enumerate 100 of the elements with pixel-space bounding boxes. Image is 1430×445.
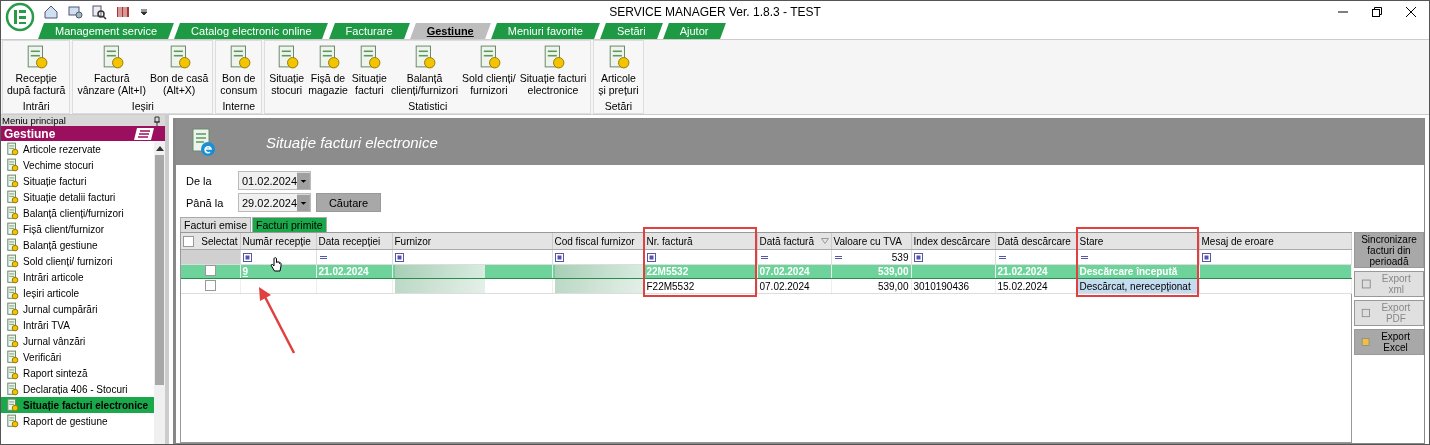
ribbon-button[interactable]: Articole și prețuri (598, 41, 639, 100)
sidebar-item[interactable]: Articole rezervate (1, 141, 154, 157)
dropdown-icon[interactable] (139, 7, 149, 17)
document-icon (5, 382, 19, 396)
sidebar-item[interactable]: Situație facturi electronice (1, 397, 154, 413)
filter-icon[interactable] (646, 252, 656, 262)
sidebar-item[interactable]: Jurnal vânzări (1, 333, 154, 349)
document-icon (5, 286, 19, 300)
table-cell: 07.02.2024 (759, 266, 810, 277)
computer-icon[interactable] (67, 4, 83, 20)
document-icon (5, 366, 19, 380)
menu-tab[interactable]: Catalog electronic online (177, 23, 326, 39)
sidebar-item[interactable]: Jurnal cumpărări (1, 301, 154, 317)
sidebar-item[interactable]: Verificări (1, 349, 154, 365)
group-label: Ieșiri (130, 100, 155, 113)
document-icon (5, 238, 19, 252)
tab[interactable]: Facturi emise (180, 217, 251, 232)
scrollbar[interactable] (154, 141, 165, 444)
table-row[interactable]: F22M5532 07.02.2024 539,00 3010190436 15.02.2024 Descărcat, nerecepționat (181, 278, 1351, 294)
tab[interactable]: Facturi primite (252, 217, 327, 232)
document-icon (5, 414, 19, 428)
list-icon[interactable] (133, 126, 155, 141)
checkbox[interactable] (204, 279, 216, 291)
sidebar-item[interactable]: Intrări TVA (1, 317, 154, 333)
group-label: Intrări (21, 100, 51, 113)
close-icon[interactable] (1405, 6, 1417, 18)
sidebar-item[interactable]: Vechime stocuri (1, 157, 154, 173)
table-cell: 15.02.2024 (997, 280, 1048, 292)
sidebar-item[interactable]: Situație facturi (1, 173, 154, 189)
scroll-thumb[interactable] (155, 155, 164, 385)
document-icon (5, 158, 19, 172)
sidebar-item[interactable]: Balanță clienți/furnizori (1, 205, 154, 221)
filter-icon[interactable] (554, 252, 564, 262)
ribbon-button[interactable]: Sold clienți/ furnizori (462, 41, 516, 100)
search-icon[interactable] (91, 4, 107, 20)
table-cell: 539,00 (877, 280, 909, 292)
filter-icon[interactable] (913, 252, 923, 262)
sidebar-item[interactable]: Raport de gestiune (1, 413, 154, 429)
menu-tab[interactable]: Management service (41, 23, 172, 39)
restore-icon[interactable] (1371, 6, 1383, 18)
document-icon (5, 398, 19, 412)
menu-tab[interactable]: Gestiune (412, 23, 488, 39)
filter-value[interactable]: 539 (891, 251, 909, 263)
table-cell: 3010190436 (913, 280, 970, 292)
menu-tab[interactable]: Setări (602, 23, 660, 39)
sidebar-item[interactable]: Sold clienți/ furnizori (1, 253, 154, 269)
date-field[interactable]: 29.02.2024 (238, 193, 311, 212)
ribbon-button[interactable]: Situație facturi (351, 41, 387, 100)
document-icon (5, 206, 19, 220)
search-button[interactable]: Căutare (316, 193, 381, 212)
sidebar-item[interactable]: Balanță gestiune (1, 237, 154, 253)
filter-icon[interactable] (394, 252, 404, 262)
export-button[interactable]: Export Excel (1354, 329, 1424, 355)
table-cell: 21.02.2024 (997, 266, 1048, 277)
barcode-icon[interactable] (115, 4, 131, 20)
group-label: Statistici (407, 100, 449, 113)
menu-tab[interactable]: Ajutor (665, 23, 723, 39)
sidebar-item[interactable]: Raport sinteză (1, 365, 154, 381)
document-icon (5, 174, 19, 188)
document-icon (5, 302, 19, 316)
ribbon-button[interactable]: Fișă de magazie (308, 41, 348, 100)
filter-icon[interactable] (1201, 252, 1211, 262)
ribbon-button[interactable]: Recepție după factură (7, 41, 66, 100)
hand-cursor-icon (270, 257, 282, 273)
menu-tab[interactable]: Meniuri favorite (493, 23, 597, 39)
document-icon (5, 190, 19, 204)
sync-button[interactable]: Sincronizare facturi din perioadă (1354, 232, 1424, 268)
ribbon-button[interactable]: Situație facturi electronice (519, 41, 587, 100)
sidebar-item[interactable]: Situație detalii facturi (1, 189, 154, 205)
ribbon-button[interactable]: Factură vânzare (Alt+I) (77, 41, 146, 100)
document-icon (5, 222, 19, 236)
ribbon-button[interactable]: Bon de consum (220, 41, 258, 100)
section-title: Gestiune (4, 126, 56, 141)
ribbon-button[interactable]: Bon de casă (Alt+X) (149, 41, 209, 100)
pin-icon[interactable] (153, 115, 161, 126)
table-cell: 21.02.2024 (318, 266, 369, 277)
filter-icon[interactable] (242, 252, 252, 262)
home-icon[interactable] (43, 4, 59, 20)
e-document-icon (190, 127, 216, 157)
scroll-up-icon[interactable] (155, 145, 164, 151)
sidebar-header: Meniu principal (2, 115, 66, 126)
sidebar-item[interactable]: Declarația 406 - Stocuri (1, 381, 154, 397)
field-label: De la (186, 174, 213, 187)
document-icon (5, 142, 19, 156)
ribbon-button[interactable]: Situație stocuri (269, 41, 305, 100)
panel-title: Situație facturi electronice (266, 133, 438, 151)
document-icon (5, 318, 19, 332)
document-icon (5, 350, 19, 364)
table-cell: 539,00 (877, 266, 909, 277)
sidebar-item[interactable]: Ieșiri articole (1, 285, 154, 301)
group-label: Interne (221, 100, 257, 113)
menu-tab[interactable]: Facturare (331, 23, 407, 39)
window-title: SERVICE MANAGER Ver. 1.8.3 - TEST (609, 5, 821, 19)
sidebar-item[interactable]: Intrări articole (1, 269, 154, 285)
table-cell: F22M5532 (646, 280, 695, 292)
date-field[interactable]: 01.02.2024 (238, 171, 311, 190)
logo-icon (5, 2, 35, 32)
sidebar-item[interactable]: Fișă client/furnizor (1, 221, 154, 237)
checkbox[interactable] (183, 235, 194, 247)
ribbon-button[interactable]: Balanță clienți/furnizori (390, 41, 458, 100)
